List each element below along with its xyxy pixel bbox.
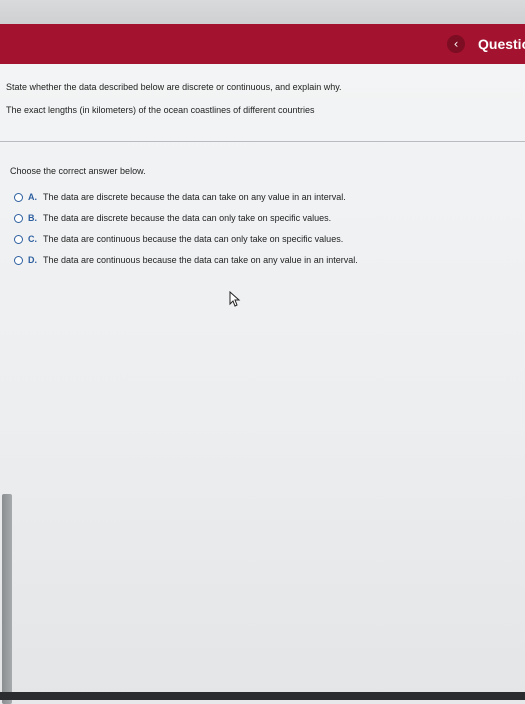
option-text: The data are continuous because the data… bbox=[43, 255, 358, 265]
back-button[interactable]: ‹ bbox=[447, 35, 465, 53]
divider bbox=[0, 141, 525, 142]
answer-options: A. The data are discrete because the dat… bbox=[14, 190, 514, 274]
radio-button-c[interactable] bbox=[14, 234, 23, 244]
scrollbar[interactable] bbox=[2, 494, 12, 704]
option-b[interactable]: B. The data are discrete because the dat… bbox=[14, 211, 514, 225]
browser-top-strip bbox=[0, 0, 525, 24]
option-c[interactable]: C. The data are continuous because the d… bbox=[14, 232, 514, 246]
question-label: Questio bbox=[478, 36, 525, 52]
header-bar: ‹ Questio bbox=[0, 24, 525, 64]
option-text: The data are discrete because the data c… bbox=[43, 192, 346, 202]
option-letter: A. bbox=[28, 192, 37, 202]
question-prompt: State whether the data described below a… bbox=[6, 82, 342, 92]
option-letter: C. bbox=[28, 234, 37, 244]
mouse-cursor-icon bbox=[229, 291, 241, 307]
option-d[interactable]: D. The data are continuous because the d… bbox=[14, 253, 514, 267]
radio-button-d[interactable] bbox=[14, 255, 23, 265]
bottom-bezel bbox=[0, 692, 525, 700]
radio-button-a[interactable] bbox=[14, 192, 23, 202]
question-data-description: The exact lengths (in kilometers) of the… bbox=[6, 105, 315, 115]
option-a[interactable]: A. The data are discrete because the dat… bbox=[14, 190, 514, 204]
chevron-left-icon: ‹ bbox=[453, 37, 459, 51]
option-text: The data are discrete because the data c… bbox=[43, 213, 332, 223]
question-page: State whether the data described below a… bbox=[0, 64, 525, 704]
option-letter: D. bbox=[28, 255, 37, 265]
answer-instruction: Choose the correct answer below. bbox=[10, 166, 146, 176]
radio-button-b[interactable] bbox=[14, 213, 23, 223]
option-letter: B. bbox=[28, 213, 37, 223]
option-text: The data are continuous because the data… bbox=[43, 234, 344, 244]
